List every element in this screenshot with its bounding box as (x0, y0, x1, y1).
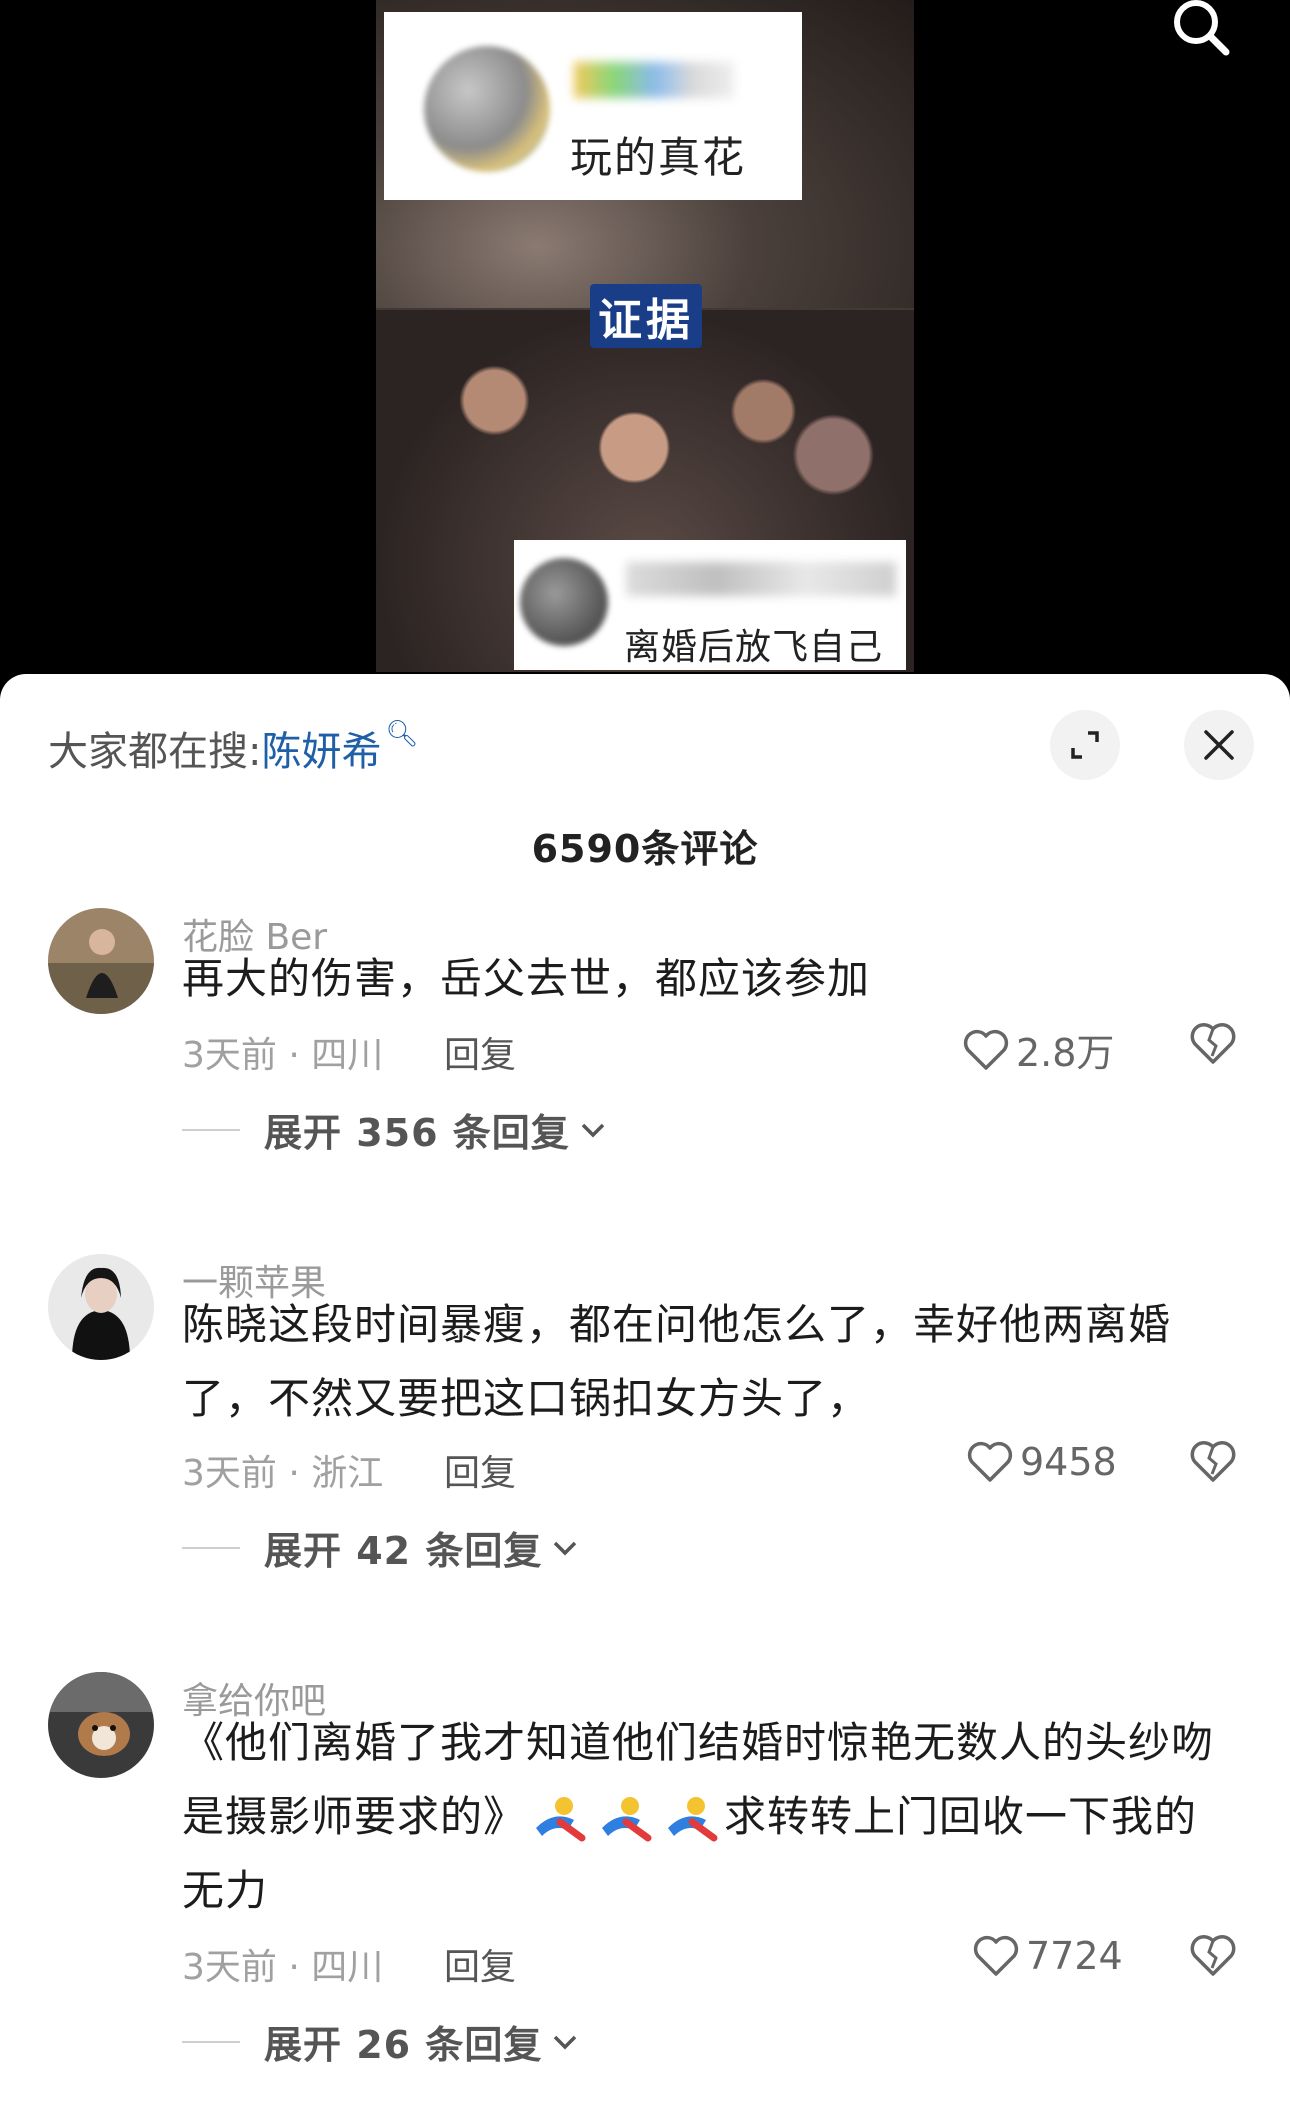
expand-button[interactable] (1050, 710, 1120, 780)
blurred-avatar (424, 46, 550, 172)
trending-search[interactable]: 大家都在搜:陈妍希 🔍︎ (48, 719, 419, 777)
comment-text: 再大的伤害，岳父去世，都应该参加 (182, 954, 871, 1003)
comment-text-part: 是摄影师要求的》 (182, 1792, 527, 1841)
avatar-image (48, 908, 154, 1014)
reply-button[interactable]: 回复 (444, 1444, 516, 1496)
dislike-button[interactable] (1188, 1020, 1238, 1070)
chevron-down-icon (554, 2035, 577, 2049)
divider (182, 1128, 240, 1131)
caption-top-text: 玩的真花 (570, 133, 747, 182)
expand-replies-text: 展开 42 条回复 (264, 1529, 543, 1573)
avatar[interactable] (48, 1254, 154, 1360)
broken-heart-icon (1190, 1441, 1236, 1482)
like-button[interactable]: 7724 (972, 1934, 1123, 1978)
comment-text-line: 是摄影师要求的》 求转转上门回收一下我的 (182, 1780, 1242, 1854)
broken-heart-icon (1190, 1023, 1236, 1064)
chevron-down-icon (581, 1123, 605, 1137)
blurred-username (574, 62, 734, 98)
close-icon (1204, 730, 1234, 760)
expand-replies[interactable]: 展开 42 条回复 (182, 1520, 582, 1575)
running-emoji-icon (602, 1796, 652, 1841)
trending-keyword[interactable]: 陈妍希 (261, 729, 381, 775)
like-count: 9458 (1020, 1440, 1117, 1484)
comment-meta: 3天前 · 四川 (182, 1035, 384, 1076)
reply-button[interactable]: 回复 (444, 1938, 516, 1990)
overlay-caption-top: 玩的真花 (384, 12, 802, 200)
blurred-username (626, 562, 896, 596)
search-icon: 🔍︎ (385, 719, 419, 749)
video-player[interactable]: 玩的真花 证据 离婚后放飞自己了 (0, 0, 1290, 700)
avatar-image (48, 1254, 154, 1360)
comment-panel: 大家都在搜:陈妍希 🔍︎ 6590条评论 花脸 Ber 再大的伤害，岳父去世，都应… (0, 674, 1290, 2123)
comment-count: 6590条评论 (531, 827, 759, 871)
blurred-avatar (520, 558, 608, 646)
heart-icon (973, 1935, 1019, 1976)
dislike-button[interactable] (1188, 1932, 1238, 1982)
comment-text-line: 《他们离婚了我才知道他们结婚时惊艳无数人的头纱吻 (182, 1718, 1215, 1767)
like-button[interactable]: 9458 (966, 1440, 1117, 1484)
trending-prefix: 大家都在搜: (48, 729, 262, 775)
running-emoji-icon (536, 1796, 586, 1841)
like-count: 2.8万 (1016, 1031, 1115, 1075)
video-frame: 玩的真花 证据 离婚后放飞自己了 (376, 0, 914, 672)
caption-bottom-text: 离婚后放飞自己了 (624, 627, 884, 668)
like-button[interactable]: 2.8万 (962, 1022, 1114, 1077)
comment-meta: 3天前 · 浙江 (182, 1453, 384, 1494)
comment-meta: 3天前 · 四川 (182, 1947, 384, 1988)
avatar[interactable] (48, 908, 154, 1014)
search-button[interactable] (1168, 0, 1234, 60)
comment-text-part: 求转转上门回收一下我的 (724, 1792, 1198, 1841)
avatar[interactable] (48, 1672, 154, 1778)
comment-text-line: 了，不然又要把这口锅扣女方头了， (182, 1374, 871, 1423)
dislike-button[interactable] (1188, 1438, 1238, 1488)
heart-icon (967, 1441, 1013, 1482)
avatar-image (48, 1672, 154, 1778)
broken-heart-icon (1190, 1935, 1236, 1976)
like-count: 7724 (1026, 1934, 1123, 1978)
expand-icon (1071, 731, 1099, 759)
expand-replies[interactable]: 展开 356 条回复 (182, 1102, 610, 1157)
comment-text-line: 陈晓这段时间暴瘦，都在问他怎么了，幸好他两离婚 (182, 1300, 1172, 1349)
heart-icon (963, 1029, 1009, 1070)
expand-replies[interactable]: 展开 26 条回复 (182, 2014, 582, 2069)
comment-text-line: 无力 (182, 1866, 269, 1915)
divider (182, 2040, 240, 2043)
running-emoji-icon (668, 1796, 718, 1841)
overlay-caption-bottom: 离婚后放飞自己了 (514, 540, 906, 670)
expand-replies-text: 展开 356 条回复 (264, 1111, 570, 1155)
close-button[interactable] (1184, 710, 1254, 780)
expand-replies-text: 展开 26 条回复 (264, 2023, 543, 2067)
divider (182, 1546, 240, 1549)
evidence-label: 证据 (590, 284, 702, 348)
chevron-down-icon (554, 1541, 577, 1555)
search-icon (1174, 0, 1230, 56)
reply-button[interactable]: 回复 (444, 1026, 516, 1078)
